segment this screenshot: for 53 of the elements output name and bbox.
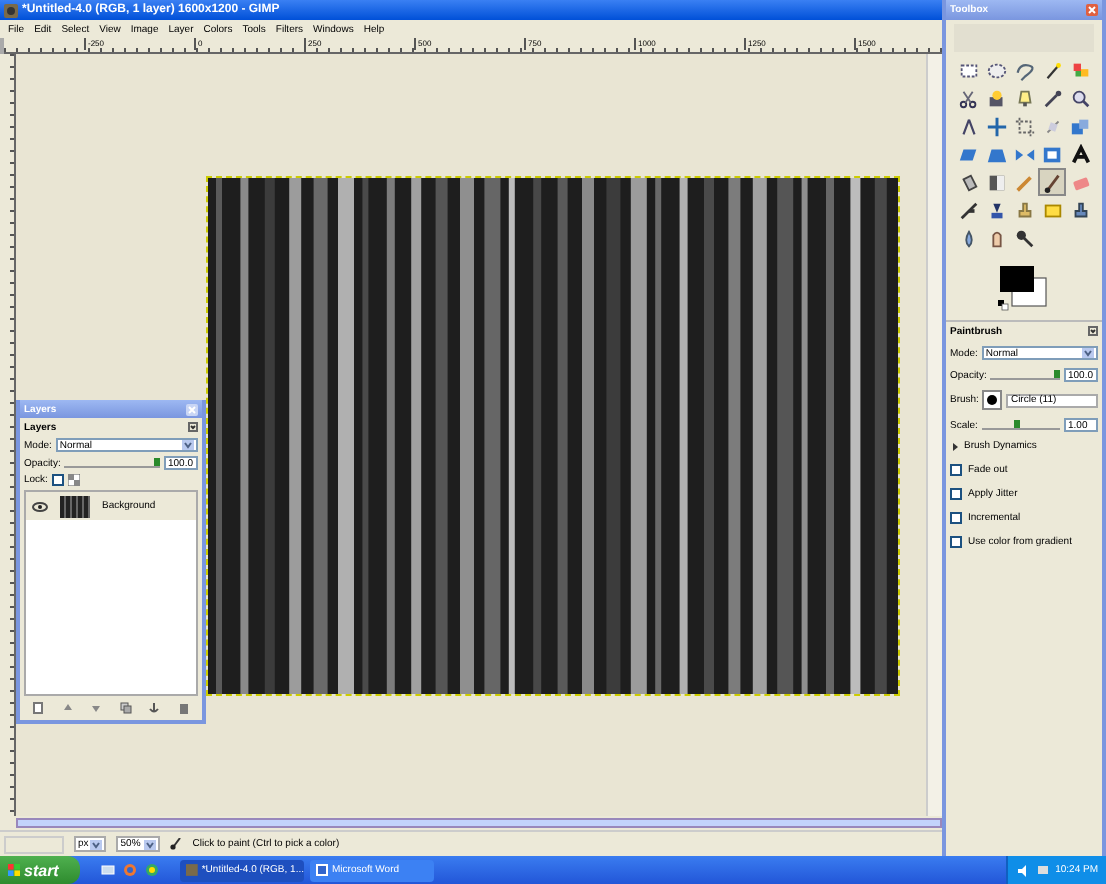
down-arrow-icon[interactable] xyxy=(90,702,103,714)
caret-icon[interactable] xyxy=(1082,348,1094,358)
brush-preview[interactable] xyxy=(982,390,1003,410)
scale-icon[interactable] xyxy=(1069,115,1091,137)
checkbox[interactable] xyxy=(950,512,962,524)
caret-icon[interactable] xyxy=(144,839,157,849)
close-icon[interactable] xyxy=(1086,4,1098,16)
start-button[interactable]: start xyxy=(0,856,80,884)
wand-icon[interactable] xyxy=(1041,59,1063,81)
trash-icon[interactable] xyxy=(177,702,190,714)
desktop-icon[interactable] xyxy=(100,862,116,878)
duplicate-icon[interactable] xyxy=(119,702,132,714)
color-blocks-icon[interactable] xyxy=(1069,59,1091,81)
move-cross-icon[interactable] xyxy=(985,115,1007,137)
airbrush-icon[interactable] xyxy=(957,199,979,221)
anchor-icon[interactable] xyxy=(148,702,161,714)
brush-icon xyxy=(170,838,183,850)
new-layer-icon[interactable] xyxy=(32,702,45,714)
windows-logo-icon xyxy=(8,864,20,876)
app-icon xyxy=(4,3,18,17)
pointer-coordinates xyxy=(4,835,64,853)
vertical-scrollbar[interactable] xyxy=(926,54,942,816)
gradient-icon[interactable] xyxy=(985,171,1007,193)
expander-icon[interactable] xyxy=(950,441,960,451)
checker-icon[interactable] xyxy=(67,474,80,486)
checkbox[interactable] xyxy=(950,488,962,500)
horizontal-scrollbar[interactable] xyxy=(16,818,942,828)
eyedropper-icon[interactable] xyxy=(1041,87,1063,109)
magnifier-icon[interactable] xyxy=(1069,87,1091,109)
menu-icon[interactable] xyxy=(188,422,198,432)
lock-checkbox[interactable] xyxy=(51,474,64,486)
lamp-icon[interactable] xyxy=(1013,87,1035,109)
checkbox[interactable] xyxy=(950,464,962,476)
caret-icon[interactable] xyxy=(90,839,103,849)
monitor-icon[interactable] xyxy=(1035,863,1050,877)
eye-icon[interactable] xyxy=(32,501,48,511)
checkbox[interactable] xyxy=(950,536,962,548)
caret-icon[interactable] xyxy=(182,440,194,450)
lasso-icon[interactable] xyxy=(1013,59,1035,81)
document-icon xyxy=(316,864,328,876)
smudge-stamp-icon[interactable] xyxy=(1069,199,1091,221)
crop-icon[interactable] xyxy=(1013,115,1035,137)
dashed-square-icon[interactable] xyxy=(957,59,979,81)
scissors-icon[interactable] xyxy=(957,87,979,109)
dashed-ellipse-icon[interactable] xyxy=(985,59,1007,81)
outlined-square-icon[interactable] xyxy=(1041,143,1063,165)
app-icon xyxy=(186,864,198,876)
clone-stamp-icon[interactable] xyxy=(1013,199,1035,221)
layer-thumbnail xyxy=(60,495,90,517)
up-arrow-icon[interactable] xyxy=(61,702,74,714)
compass-icon[interactable] xyxy=(957,115,979,137)
menu-icon[interactable] xyxy=(1088,326,1098,336)
serif-letter-icon[interactable] xyxy=(1069,143,1091,165)
